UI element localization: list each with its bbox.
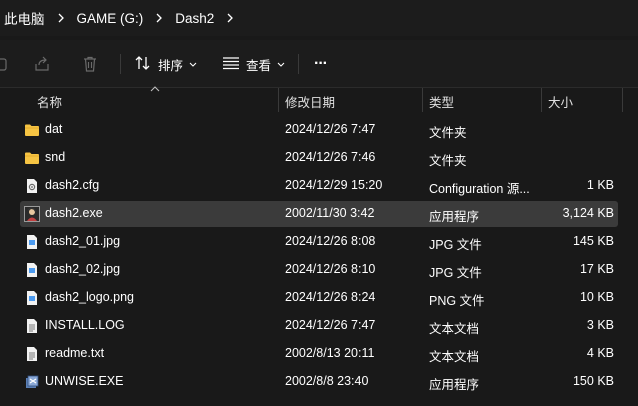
file-date: 2002/8/8 23:40 [285,374,369,388]
chevron-right-icon[interactable] [149,13,169,23]
file-row[interactable]: readme.txt 2002/8/13 20:11 文本文档 4 KB [20,341,618,367]
file-name: dash2_logo.png [45,290,134,304]
file-size: 1 KB [586,178,614,192]
more-options-icon: ··· [314,55,328,72]
file-date: 2024/12/26 8:24 [285,290,376,304]
file-type: Configuration 源... [429,182,530,196]
file-date: 2002/11/30 3:42 [285,206,375,220]
column-header-row: 名称 修改日期 类型 大小 [0,86,638,112]
file-row[interactable]: dash2_02.jpg 2024/12/26 8:10 JPG 文件 17 K… [20,257,618,283]
file-date: 2024/12/26 7:47 [285,122,376,136]
column-header-size[interactable]: 大小 [548,92,573,111]
toolbar-divider [298,54,299,74]
breadcrumb-item-this-pc[interactable]: 此电脑 [0,8,51,28]
file-row[interactable]: dat 2024/12/26 7:47 文件夹 [20,117,618,143]
chevron-right-icon[interactable] [220,13,240,23]
text-file-icon [24,346,40,362]
file-size: 3,124 KB [562,206,614,220]
sort-label: 排序 [158,58,184,73]
delete-icon[interactable] [80,54,100,74]
file-type: 文本文档 [429,322,480,336]
file-name: INSTALL.LOG [45,318,125,332]
file-size: 3 KB [586,318,614,332]
file-row-selected[interactable]: dash2.exe 2002/11/30 3:42 应用程序 3,124 KB [20,201,618,227]
file-date: 2002/8/13 20:11 [285,346,375,360]
folder-icon [24,150,40,166]
file-row[interactable]: dash2_01.jpg 2024/12/26 8:08 JPG 文件 145 … [20,229,618,255]
file-row[interactable]: dash2_logo.png 2024/12/26 8:24 PNG 文件 10… [20,285,618,311]
image-file-icon [24,234,40,250]
file-type: 应用程序 [429,378,480,392]
file-name: dash2.exe [45,206,103,220]
folder-icon [24,122,40,138]
file-name: UNWISE.EXE [45,374,124,388]
file-name: dash2_01.jpg [45,234,121,248]
view-list-icon [222,56,240,73]
file-name: dash2_02.jpg [45,262,121,276]
image-file-icon [24,262,40,278]
sort-icon [134,55,152,74]
file-type: PNG 文件 [429,294,485,308]
column-header-type[interactable]: 类型 [429,92,454,111]
column-resize-handle[interactable] [422,88,423,112]
chevron-down-icon [189,57,197,71]
file-row[interactable]: INSTALL.LOG 2024/12/26 7:47 文本文档 3 KB [20,313,618,339]
file-name: dash2.cfg [45,178,100,192]
paste-icon[interactable] [0,54,12,74]
file-type: 文本文档 [429,350,480,364]
image-file-icon [24,290,40,306]
file-name: dat [45,122,63,136]
file-name: readme.txt [45,346,105,360]
file-size: 150 KB [572,374,614,388]
column-resize-handle[interactable] [622,88,623,112]
file-type: JPG 文件 [429,238,482,252]
file-date: 2024/12/29 15:20 [285,178,383,192]
file-date: 2024/12/26 8:10 [285,262,376,276]
breadcrumb: 此电脑 GAME (G:) Dash2 [0,0,638,36]
app-icon [24,206,40,222]
file-name: snd [45,150,66,164]
file-date: 2024/12/26 7:46 [285,150,376,164]
command-bar: 排序 查看 ··· [0,40,638,88]
file-row[interactable]: dash2.cfg 2024/12/29 15:20 Configuration… [20,173,618,199]
breadcrumb-item-dash2[interactable]: Dash2 [169,11,220,26]
file-size: 10 KB [579,290,614,304]
file-row[interactable]: snd 2024/12/26 7:46 文件夹 [20,145,618,171]
file-size: 4 KB [586,346,614,360]
breadcrumb-item-game-drive[interactable]: GAME (G:) [71,11,150,26]
uninstaller-icon [24,374,40,390]
file-date: 2024/12/26 8:08 [285,234,376,248]
file-type: 文件夹 [429,126,467,140]
file-type: JPG 文件 [429,266,482,280]
chevron-down-icon [277,57,285,71]
file-row[interactable]: UNWISE.EXE 2002/8/8 23:40 应用程序 150 KB [20,369,618,395]
sort-button[interactable]: 排序 [134,52,197,76]
config-file-icon [24,178,40,194]
file-type: 应用程序 [429,210,480,224]
file-date: 2024/12/26 7:47 [285,318,376,332]
toolbar-divider [120,54,121,74]
text-file-icon [24,318,40,334]
share-icon[interactable] [32,54,52,74]
file-size: 145 KB [572,234,614,248]
sort-ascending-icon [150,86,160,92]
view-label: 查看 [246,58,272,73]
view-button[interactable]: 查看 [222,52,285,76]
file-size: 17 KB [579,262,614,276]
column-header-name[interactable]: 名称 [37,92,62,111]
more-options-button[interactable]: ··· [314,52,328,76]
column-header-date[interactable]: 修改日期 [285,92,335,111]
column-resize-handle[interactable] [278,88,279,112]
file-type: 文件夹 [429,154,467,168]
chevron-right-icon[interactable] [51,13,71,23]
column-resize-handle[interactable] [541,88,542,112]
